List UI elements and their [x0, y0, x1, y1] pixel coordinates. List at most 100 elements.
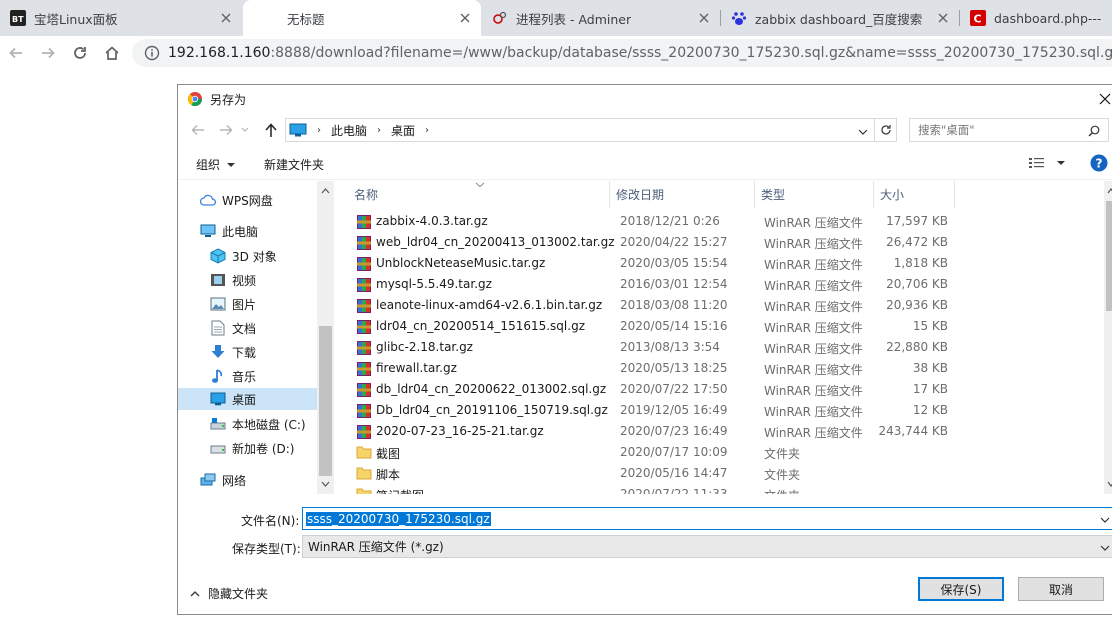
file-list-scrollbar[interactable]: [1104, 181, 1112, 494]
tab-baidu[interactable]: zabbix dashboard_百度搜索: [721, 0, 959, 36]
file-date: 2020/05/13 18:25: [620, 361, 728, 375]
search-icon: [1088, 125, 1100, 137]
file-type: WinRAR 压缩文件: [764, 237, 863, 251]
file-row[interactable]: leanote-linux-amd64-v2.6.1.bin.tar.gz 201…: [352, 295, 952, 316]
forward-button[interactable]: [218, 123, 234, 140]
column-header-date[interactable]: 修改日期: [610, 181, 754, 208]
close-icon[interactable]: [696, 10, 712, 26]
chrome-icon: [187, 92, 203, 107]
tab-zabbix-dashboard[interactable]: C dashboard.php----zab: [960, 0, 1112, 36]
file-row[interactable]: Db_ldr04_cn_20191106_150719.sql.gz 2019/1…: [352, 400, 952, 421]
winrar-archive-icon: [356, 256, 372, 272]
winrar-archive-icon: [356, 361, 372, 377]
file-row[interactable]: UnblockNeteaseMusic.tar.gz 2020/03/05 15:…: [352, 253, 952, 274]
file-row[interactable]: mysql-5.5.49.tar.gz 2016/03/01 12:54 WinRA…: [352, 274, 952, 295]
scrollbar-thumb[interactable]: [1106, 201, 1112, 311]
tab-baota[interactable]: BT 宝塔Linux面板: [0, 0, 242, 36]
view-options-button[interactable]: [1028, 156, 1066, 170]
dialog-close-button[interactable]: [1096, 89, 1112, 109]
search-box[interactable]: [909, 118, 1109, 142]
nav-item-network[interactable]: 网络: [200, 469, 315, 491]
file-row[interactable]: 截图 2020/07/17 10:09 文件夹: [352, 442, 952, 463]
tab-adminer[interactable]: 进程列表 - Adminer: [482, 0, 720, 36]
column-header-type[interactable]: 类型: [755, 181, 873, 208]
winrar-archive-icon: [356, 235, 372, 251]
network-icon: [200, 472, 216, 488]
nav-item-videos[interactable]: 视频: [210, 269, 315, 291]
breadcrumb[interactable]: › 此电脑 › 桌面 ›: [285, 118, 875, 142]
cancel-button[interactable]: 取消: [1018, 577, 1104, 601]
up-button[interactable]: [264, 122, 278, 141]
nav-label: 文档: [232, 321, 257, 336]
nav-item-wps[interactable]: WPS网盘: [200, 189, 315, 211]
close-icon[interactable]: [935, 10, 951, 26]
chevron-down-icon[interactable]: [858, 125, 868, 139]
chevron-down-icon: [241, 127, 249, 132]
close-icon[interactable]: [457, 10, 473, 26]
nav-label: 音乐: [232, 369, 257, 384]
file-name: firewall.tar.gz: [376, 361, 457, 375]
tab-title: dashboard.php----zab: [994, 10, 1102, 26]
home-button[interactable]: [99, 40, 125, 66]
monitor-icon: [289, 123, 307, 137]
file-name: UnblockNeteaseMusic.tar.gz: [376, 256, 546, 270]
nav-pane-scrollbar[interactable]: [317, 181, 334, 494]
scrollbar-thumb[interactable]: [319, 326, 332, 476]
file-row[interactable]: db_ldr04_cn_20200622_013002.sql.gz 2020/0…: [352, 379, 952, 400]
nav-item-pictures[interactable]: 图片: [210, 293, 315, 315]
search-input[interactable]: [918, 123, 1083, 137]
file-row[interactable]: 2020-07-23_16-25-21.tar.gz 2020/07/23 16:…: [352, 421, 952, 442]
forward-button[interactable]: [35, 40, 61, 66]
organize-menu[interactable]: 组织: [196, 156, 236, 173]
column-header-size[interactable]: 大小: [874, 181, 954, 208]
file-type: WinRAR 压缩文件: [764, 216, 863, 230]
baidu-paw-icon: [731, 10, 747, 26]
nav-item-desktop[interactable]: 桌面: [178, 388, 317, 410]
hide-folders-toggle[interactable]: 隐藏文件夹: [190, 585, 268, 602]
nav-item-new-volume[interactable]: 新加卷 (D:): [210, 437, 315, 459]
file-row[interactable]: firewall.tar.gz 2020/05/13 18:25 WinRAR 压缩…: [352, 358, 952, 379]
folder-icon: [356, 466, 372, 482]
breadcrumb-desktop[interactable]: 桌面: [391, 122, 415, 139]
hide-folders-label: 隐藏文件夹: [208, 587, 269, 601]
nav-item-this-pc[interactable]: 此电脑: [200, 220, 315, 242]
address-bar[interactable]: 192.168.1.160 :8888/download?filename=/w…: [132, 39, 1112, 67]
filetype-label: 保存类型(T):: [232, 542, 301, 556]
file-row[interactable]: 笔记截图 2020/07/22 11:33 文件夹: [352, 484, 952, 494]
arrow-right-icon: [42, 47, 55, 59]
scroll-down-icon: [321, 481, 330, 487]
refresh-button[interactable]: [875, 118, 897, 142]
back-button[interactable]: [190, 123, 206, 140]
filetype-select[interactable]: WinRAR 压缩文件 (*.gz): [302, 535, 1112, 558]
tab-title: zabbix dashboard_百度搜索: [755, 11, 923, 27]
file-row[interactable]: web_ldr04_cn_20200413_013002.tar.gz 2020/…: [352, 232, 952, 253]
save-button[interactable]: 保存(S): [918, 577, 1004, 601]
help-button[interactable]: ?: [1090, 154, 1108, 172]
document-icon: [210, 320, 226, 336]
winrar-archive-icon: [356, 340, 372, 356]
new-folder-button[interactable]: 新建文件夹: [264, 156, 324, 173]
breadcrumb-this-pc[interactable]: 此电脑: [331, 122, 367, 139]
reload-button[interactable]: [67, 40, 93, 66]
nav-item-downloads[interactable]: 下载: [210, 341, 315, 363]
nav-item-music[interactable]: 音乐: [210, 365, 315, 387]
recent-locations-button[interactable]: [241, 124, 249, 138]
close-icon[interactable]: [218, 10, 234, 26]
file-row[interactable]: ldr04_cn_20200514_151615.sql.gz 2020/05/1…: [352, 316, 952, 337]
back-button[interactable]: [3, 40, 29, 66]
file-row[interactable]: zabbix-4.0.3.tar.gz 2018/12/21 0:26 WinRAR…: [352, 211, 952, 232]
browser-toolbar: 192.168.1.160 :8888/download?filename=/w…: [0, 36, 1112, 69]
file-row[interactable]: 脚本 2020/05/16 14:47 文件夹: [352, 463, 952, 484]
file-type: WinRAR 压缩文件: [764, 342, 863, 356]
nav-item-documents[interactable]: 文档: [210, 317, 315, 339]
file-date: 2018/03/08 11:20: [620, 298, 728, 312]
nav-label: 视频: [232, 273, 257, 288]
nav-item-local-disk[interactable]: 本地磁盘 (C:): [210, 413, 315, 435]
arrow-left-icon: [191, 125, 204, 135]
filename-field[interactable]: ssss_20200730_175230.sql.gz: [302, 507, 1112, 530]
tab-untitled[interactable]: 无标题: [243, 0, 481, 36]
nav-item-3d-objects[interactable]: 3D 对象: [210, 245, 315, 267]
column-divider[interactable]: [954, 181, 955, 208]
file-date: 2020/03/05 15:54: [620, 256, 728, 270]
file-row[interactable]: glibc-2.18.tar.gz 2013/08/13 3:54 WinRAR 压…: [352, 337, 952, 358]
